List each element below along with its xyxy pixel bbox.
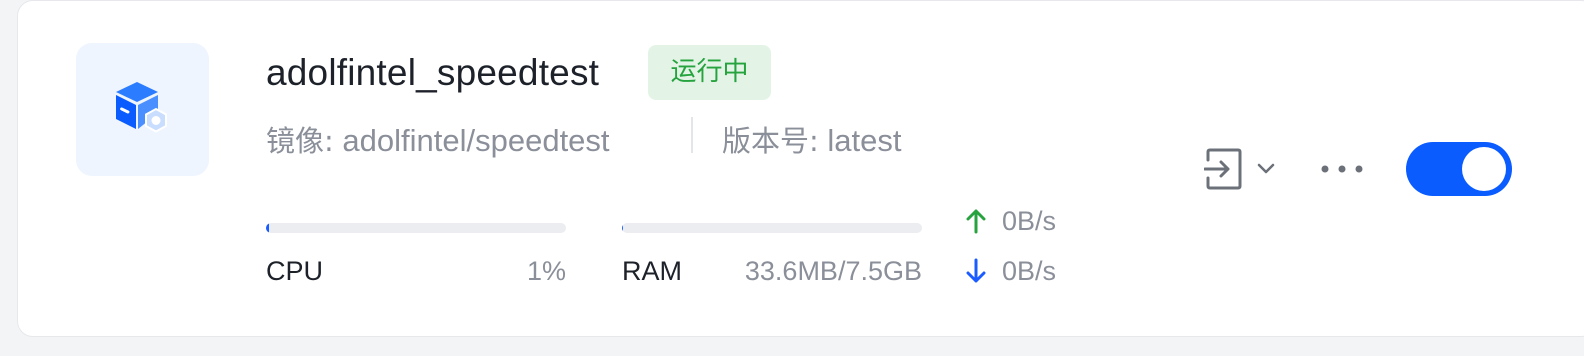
ram-usage-fill bbox=[622, 223, 624, 233]
version-info: 版本号: latest bbox=[722, 119, 902, 163]
upload-rate-value: 0B/s bbox=[1002, 206, 1057, 236]
status-badge: 运行中 bbox=[648, 45, 771, 100]
ram-usage-bar bbox=[622, 223, 922, 233]
ram-label: RAM bbox=[622, 256, 682, 286]
version-value: latest bbox=[827, 123, 902, 158]
image-label: 镜像: bbox=[266, 124, 334, 158]
ram-value: 33.6MB/7.5GB bbox=[744, 256, 922, 286]
download-rate: 0B/s bbox=[966, 251, 1056, 291]
arrow-down-icon bbox=[966, 258, 986, 283]
container-card: adolfintel_speedtest 运行中 镜像: adolfintel/… bbox=[17, 0, 1584, 337]
enter-terminal-icon bbox=[1204, 148, 1242, 190]
cpu-usage-fill bbox=[266, 223, 269, 233]
container-box-icon bbox=[116, 82, 167, 133]
more-horizontal-icon bbox=[1321, 165, 1363, 173]
container-name: adolfintel_speedtest bbox=[266, 52, 600, 93]
version-label: 版本号: bbox=[722, 124, 819, 158]
cpu-usage-bar bbox=[266, 223, 566, 233]
chevron-down-icon[interactable] bbox=[1256, 162, 1276, 176]
cpu-label: CPU bbox=[266, 256, 324, 286]
meta-divider bbox=[691, 117, 693, 153]
download-rate-value: 0B/s bbox=[1002, 256, 1057, 286]
cpu-value: 1% bbox=[526, 256, 566, 286]
run-toggle[interactable] bbox=[1406, 142, 1512, 196]
more-options-button[interactable] bbox=[1318, 153, 1366, 185]
arrow-up-icon bbox=[966, 209, 986, 234]
image-info: 镜像: adolfintel/speedtest bbox=[266, 119, 610, 163]
enter-container-button[interactable] bbox=[1204, 147, 1276, 191]
upload-rate: 0B/s bbox=[966, 201, 1056, 241]
container-icon-box bbox=[76, 43, 209, 176]
image-value: adolfintel/speedtest bbox=[342, 123, 610, 158]
toggle-knob bbox=[1462, 147, 1506, 191]
